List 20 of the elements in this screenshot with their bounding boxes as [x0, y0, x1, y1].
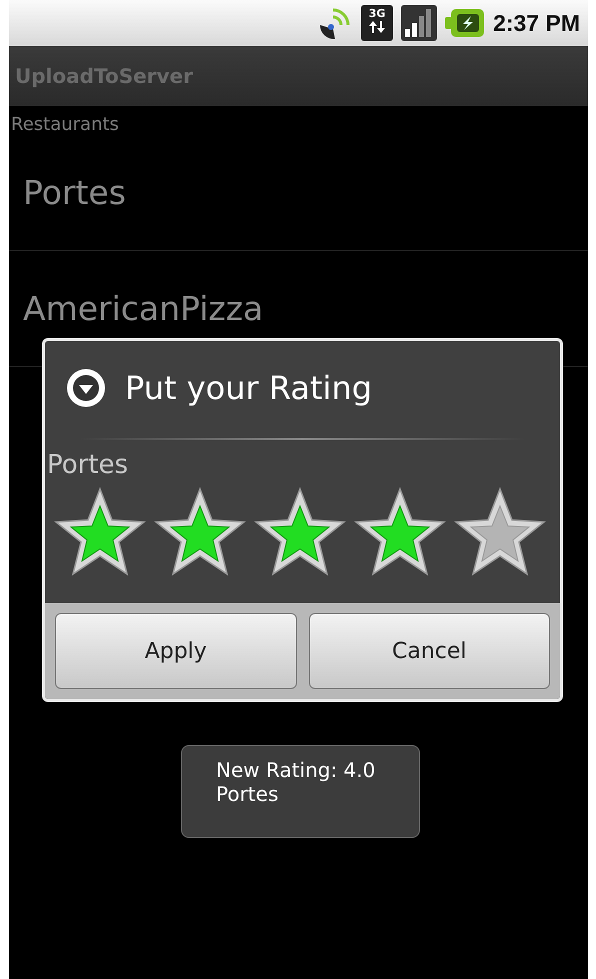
app-title: UploadToServer	[15, 64, 193, 88]
apply-button[interactable]: Apply	[55, 613, 296, 689]
network-type-indicator: 3G	[361, 5, 394, 41]
filled-star-icon	[153, 486, 247, 578]
list-header: Restaurants	[10, 113, 120, 135]
filled-star-icon	[253, 486, 347, 578]
battery-charging-icon	[445, 8, 486, 38]
up-down-arrows-icon	[368, 20, 386, 34]
toast-text: Portes	[216, 782, 280, 806]
restaurant-list-item[interactable]: Portes	[9, 135, 588, 251]
dropdown-circle-icon	[65, 367, 107, 409]
signal-bars-icon	[401, 5, 438, 41]
empty-star-icon	[453, 486, 547, 578]
restaurant-name: Portes	[46, 449, 130, 480]
toast-text: New Rating: 4.0	[216, 758, 376, 782]
dialog-title: Put your Rating	[125, 369, 372, 407]
filled-star-icon	[53, 486, 147, 578]
filled-star-icon	[353, 486, 447, 578]
cancel-button[interactable]: Cancel	[308, 613, 550, 689]
status-time: 2:37 PM	[493, 10, 580, 36]
